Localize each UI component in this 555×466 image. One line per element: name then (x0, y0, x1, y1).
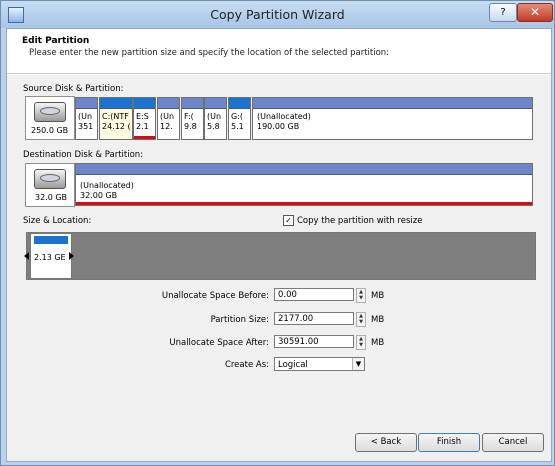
partition-label: F:( (184, 112, 194, 121)
partition-size: 9.8 (184, 122, 197, 131)
partition-size: 351 (78, 122, 94, 131)
cancel-button[interactable]: Cancel (482, 433, 544, 452)
source-partition-2[interactable]: C:(NTF 24.12 ( (99, 97, 133, 140)
source-partition-6[interactable]: (Un 5.8 (204, 97, 227, 140)
partition-size: 5.8 (207, 122, 220, 131)
wizard-header: Edit Partition Please enter the new part… (7, 29, 551, 74)
resize-right-handle[interactable] (69, 252, 74, 260)
selected-underline (134, 136, 155, 139)
unalloc-after-input[interactable]: 30591.00 (274, 335, 354, 348)
partition-label: C:(NTF (102, 112, 129, 121)
partition-label: E:S (136, 112, 149, 121)
partition-slider-size: 2.13 GE (34, 253, 66, 262)
partition-label: (Unallocated) (80, 181, 134, 190)
help-button[interactable]: ? (489, 3, 517, 22)
partition-size: 12. (160, 122, 173, 131)
partition-label: (Un (207, 112, 222, 121)
destination-disk-label: Destination Disk & Partition: (23, 150, 144, 160)
hard-disk-icon (34, 102, 66, 122)
partition-size: 5.1 (231, 122, 244, 131)
unalloc-after-unit: MB (371, 338, 385, 348)
partition-bar (134, 98, 155, 109)
resize-left-handle[interactable] (24, 252, 29, 260)
partition-bar (158, 98, 179, 109)
partition-bar (100, 98, 132, 109)
create-as-label: Create As: (224, 360, 269, 370)
source-disk-size: 250.0 GB (31, 126, 69, 135)
partition-size-input[interactable]: 2177.00 (274, 312, 354, 325)
source-disk-label: Source Disk & Partition: (23, 84, 124, 94)
destination-disk[interactable]: 32.0 GB (25, 163, 75, 207)
partition-bar (34, 236, 68, 244)
partition-bar (182, 98, 203, 109)
destination-partition-unallocated[interactable]: (Unallocated) 32.00 GB (75, 163, 533, 206)
partition-size: 24.12 ( (102, 122, 131, 131)
unalloc-after-label: Unallocate Space After: (169, 338, 269, 348)
selected-underline (76, 202, 532, 205)
window-title: Copy Partition Wizard (210, 7, 345, 22)
wizard-window: Copy Partition Wizard ? ✕ Edit Partition… (0, 0, 555, 466)
size-location-slider-track[interactable] (26, 232, 536, 280)
back-button[interactable]: < Back (355, 433, 417, 452)
copy-resize-label: Copy the partition with resize (297, 216, 423, 226)
source-partition-4[interactable]: (Un 12. (157, 97, 180, 140)
unalloc-after-spinner[interactable]: ▲ ▼ (356, 335, 366, 350)
size-location-label: Size & Location: (23, 216, 92, 226)
page-subtitle: Please enter the new partition size and … (29, 48, 390, 58)
create-as-select[interactable]: Logical ▼ (274, 357, 365, 371)
finish-button[interactable]: Finish (418, 433, 480, 452)
partition-bar (205, 98, 226, 109)
partition-size: 190.00 GB (257, 122, 300, 131)
partition-bar (229, 98, 250, 109)
source-partition-1[interactable]: (Un 351 (75, 97, 98, 140)
close-button[interactable]: ✕ (517, 3, 553, 22)
source-partition-5[interactable]: F:( 9.8 (181, 97, 204, 140)
partition-bar (76, 98, 97, 109)
unalloc-before-input[interactable]: 0.00 (274, 288, 354, 301)
hard-disk-icon (34, 169, 66, 189)
create-as-value: Logical (278, 360, 308, 370)
partition-size: 2.1 (136, 122, 149, 131)
destination-disk-size: 32.0 GB (35, 193, 68, 202)
partition-bar (253, 98, 532, 109)
partition-label: (Unallocated) (257, 112, 311, 121)
partition-size: 32.00 GB (80, 191, 118, 200)
source-partition-7[interactable]: G:( 5.1 (228, 97, 251, 140)
partition-size-unit: MB (371, 315, 385, 325)
wizard-body: Edit Partition Please enter the new part… (6, 28, 552, 462)
partition-size-label: Partition Size: (210, 315, 269, 325)
unalloc-before-spinner[interactable]: ▲ ▼ (356, 288, 366, 303)
source-partition-3[interactable]: E:S 2.1 (133, 97, 156, 140)
header-divider (7, 74, 551, 75)
partition-label: (Un (78, 112, 93, 121)
unalloc-before-unit: MB (371, 291, 385, 301)
copy-resize-checkbox[interactable]: ✓ (283, 215, 294, 226)
title-bar: Copy Partition Wizard ? ✕ (1, 1, 554, 28)
unalloc-before-label: Unallocate Space Before: (161, 291, 269, 301)
partition-label: (Un (160, 112, 175, 121)
page-title: Edit Partition (22, 36, 90, 46)
chevron-down-icon[interactable]: ▼ (352, 358, 364, 370)
partition-size-spinner[interactable]: ▲ ▼ (356, 312, 366, 327)
partition-slider-block[interactable]: 2.13 GE (30, 233, 72, 279)
source-partition-unallocated[interactable]: (Unallocated) 190.00 GB (252, 97, 533, 140)
partition-bar (76, 164, 532, 175)
source-disk[interactable]: 250.0 GB (25, 96, 75, 140)
partition-label: G:( (231, 112, 244, 121)
